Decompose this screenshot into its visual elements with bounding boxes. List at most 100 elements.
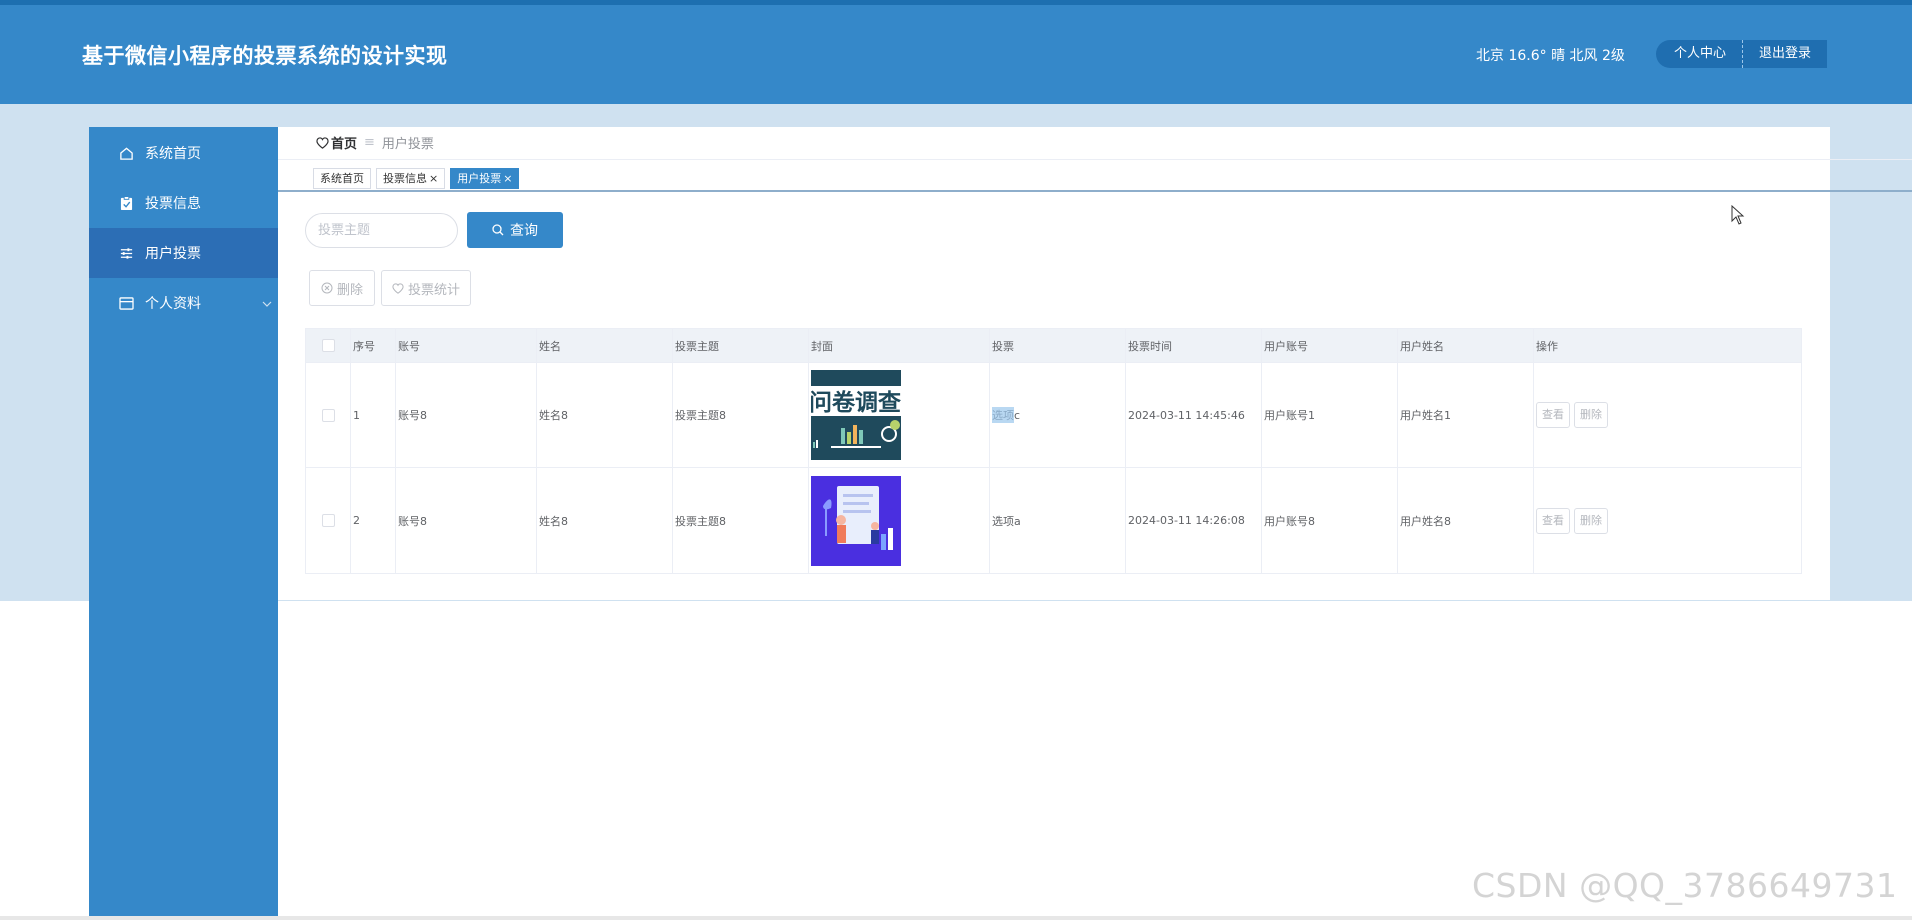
tab-label: 用户投票: [457, 172, 502, 185]
cell-user-name: 用户姓名1: [1398, 363, 1534, 467]
cell-name: 姓名8: [537, 363, 673, 467]
row-select[interactable]: [306, 468, 351, 573]
watermark: CSDN @QQ_3786649731: [1472, 866, 1898, 905]
vote-selected-text: 选项: [992, 407, 1014, 423]
sidebar-item-label: 用户投票: [145, 246, 201, 262]
clipboard-icon: [117, 194, 135, 212]
sidebar-item-vote-info[interactable]: 投票信息: [89, 178, 278, 228]
view-button[interactable]: 查看: [1536, 507, 1570, 534]
breadcrumb-home[interactable]: 首页: [316, 133, 357, 152]
table-row: 1 账号8 姓名8 投票主题8 问卷调查 选项 c 2024-03-11 14:…: [306, 363, 1801, 468]
view-button[interactable]: 查看: [1536, 402, 1570, 428]
cell-index: 2: [351, 468, 396, 573]
cell-cover: 问卷调查: [809, 363, 990, 467]
vote-stats-label: 投票统计: [407, 282, 460, 298]
column-header: 用户账号: [1262, 329, 1398, 362]
cell-user-name: 用户姓名8: [1398, 468, 1534, 573]
tab-label: 投票信息: [383, 172, 427, 185]
delete-button[interactable]: 删除: [1574, 402, 1608, 428]
vote-text: 选项a: [992, 514, 1021, 528]
vote-stats-button[interactable]: 投票统计: [381, 270, 471, 306]
cover-text: 问卷调查: [811, 389, 901, 416]
breadcrumb: 首页 ≡ 用户投票: [316, 133, 434, 152]
sidebar-item-user-vote[interactable]: 用户投票: [89, 228, 278, 278]
tabs-underline: [278, 190, 1912, 192]
heart-icon: [392, 282, 404, 294]
search-icon: [492, 224, 504, 236]
search-button-label: 查询: [510, 223, 538, 239]
breadcrumb-current: 用户投票: [381, 137, 434, 152]
cell-vote: 选项a: [990, 468, 1126, 573]
cell-actions: 查看 删除: [1534, 363, 1801, 467]
cell-user-account: 用户账号1: [1262, 363, 1398, 467]
cell-topic: 投票主题8: [673, 363, 809, 467]
bulk-delete-button[interactable]: 删除: [309, 270, 375, 306]
column-header: 投票: [990, 329, 1126, 362]
cell-vote: 选项 c: [990, 363, 1126, 467]
breadcrumb-divider: [278, 159, 1912, 160]
survey-cover-image: 问卷调查: [811, 370, 901, 460]
profile-center-button[interactable]: 个人中心: [1656, 40, 1744, 68]
cell-name: 姓名8: [537, 468, 673, 573]
checkbox[interactable]: [321, 514, 335, 527]
logout-button[interactable]: 退出登录: [1743, 40, 1828, 68]
table-header: 序号 账号 姓名 投票主题 封面 投票 投票时间 用户账号 用户姓名 操作: [306, 329, 1801, 363]
tab-close-icon[interactable]: ×: [429, 172, 438, 185]
cell-vote-time: 2024-03-11 14:45:46: [1126, 363, 1262, 467]
column-header: 序号: [351, 329, 396, 362]
search-button[interactable]: 查询: [467, 212, 563, 248]
close-circle-icon: [321, 282, 333, 294]
row-select[interactable]: [306, 363, 351, 467]
sidebar-item-label: 系统首页: [145, 146, 201, 162]
header-select-all[interactable]: [306, 329, 351, 362]
cell-account: 账号8: [396, 363, 537, 467]
cell-user-account: 用户账号8: [1262, 468, 1398, 573]
home-icon: [117, 144, 135, 162]
weather-info: 北京 16.6° 晴 北风 2级: [1476, 48, 1625, 64]
vote-topic-search-input[interactable]: [305, 213, 458, 248]
sidebar-item-label: 个人资料: [145, 296, 201, 312]
tab-close-icon[interactable]: ×: [503, 172, 512, 185]
tab-user-vote[interactable]: 用户投票 ×: [450, 168, 520, 189]
vote-text: c: [1014, 408, 1021, 422]
breadcrumb-home-label: 首页: [331, 137, 358, 152]
tabs-bar: 系统首页 投票信息 × 用户投票 ×: [313, 168, 524, 189]
table-row: 2 账号8 姓名8 投票主题8 选项a 2024-03-11 14:26:08 …: [306, 468, 1801, 573]
delete-button[interactable]: 删除: [1574, 507, 1608, 534]
sidebar-item-profile[interactable]: 个人资料: [89, 278, 278, 328]
mouse-cursor-icon: [1731, 204, 1745, 229]
column-header: 账号: [396, 329, 537, 362]
column-header: 投票时间: [1126, 329, 1262, 362]
column-header: 投票主题: [673, 329, 809, 362]
sidebar-item-label: 投票信息: [145, 196, 201, 212]
heart-icon: [316, 136, 329, 149]
tab-label: 系统首页: [320, 172, 364, 185]
top-header: 基于微信小程序的投票系统的设计实现 北京 16.6° 晴 北风 2级 个人中心 …: [0, 0, 1912, 104]
tab-vote-info[interactable]: 投票信息 ×: [376, 168, 446, 189]
tab-home[interactable]: 系统首页: [313, 168, 371, 189]
sidebar: 系统首页 投票信息 用户投票 个人资料: [89, 127, 278, 916]
checkbox[interactable]: [321, 408, 335, 422]
header-buttons: 个人中心 退出登录: [1656, 40, 1828, 68]
background-band-right: [1830, 192, 1912, 601]
vote-table: 序号 账号 姓名 投票主题 封面 投票 投票时间 用户账号 用户姓名 操作 1 …: [305, 328, 1802, 574]
column-header: 封面: [809, 329, 990, 362]
cell-vote-time: 2024-03-11 14:26:08: [1126, 468, 1262, 573]
bottom-border: [0, 916, 1912, 920]
bulk-delete-label: 删除: [336, 282, 363, 298]
header-top-line: [0, 0, 1912, 5]
sidebar-item-home[interactable]: 系统首页: [89, 128, 278, 178]
column-header: 操作: [1536, 339, 1558, 353]
app-title: 基于微信小程序的投票系统的设计实现: [82, 44, 448, 68]
illustration-cover-image: [811, 475, 901, 566]
cell-topic: 投票主题8: [673, 468, 809, 573]
checkbox[interactable]: [321, 339, 335, 352]
column-header: 用户姓名: [1398, 329, 1534, 362]
cell-actions: 查看 删除: [1534, 468, 1801, 573]
column-header: 姓名: [537, 329, 673, 362]
chevron-down-icon: [262, 296, 272, 312]
card-icon: [117, 294, 135, 312]
cell-account: 账号8: [396, 468, 537, 573]
sliders-icon: [117, 244, 135, 262]
cell-index: 1: [351, 363, 396, 467]
